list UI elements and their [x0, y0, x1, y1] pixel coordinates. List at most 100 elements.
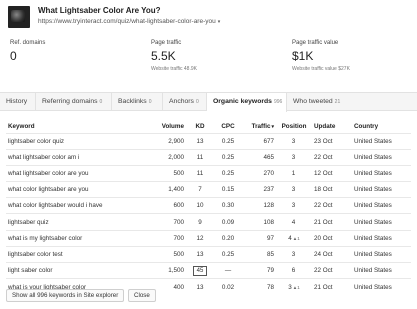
show-all-keywords-button[interactable]: Show all 996 keywords in Site explorer [6, 289, 125, 302]
table-row[interactable]: what lightsaber color are you 500 11 0.25 27… [6, 164, 411, 182]
keyword-cell[interactable]: what is my lightsaber color [6, 229, 156, 247]
tab-label[interactable]: History [6, 98, 27, 105]
tab-backlinks[interactable]: Backlinks 0 [112, 93, 163, 111]
tab-history[interactable]: History [0, 93, 36, 111]
kd-value: 11 [196, 169, 204, 177]
keyword-cell[interactable]: what color lightsaber would i have [6, 197, 156, 214]
column-header-volume[interactable]: Volume [156, 120, 186, 133]
table-row[interactable]: light saber color 1,500 45 —79 6 22 Oct United… [6, 261, 411, 279]
tab-anchors[interactable]: Anchors 0 [163, 93, 207, 111]
tab-label[interactable]: Who tweeted [293, 98, 333, 105]
table-header-row: Keyword Volume KD CPC Traffic▾ Position … [6, 120, 411, 133]
kd-value: 7 [198, 186, 202, 194]
keyword-cell[interactable]: what lightsaber color are you [6, 164, 156, 182]
tab-count: 0 [195, 99, 199, 105]
tab-bar: History Referring domains 0 Backlinks 0 An… [0, 92, 417, 112]
page-thumbnail [8, 6, 30, 28]
column-header-keyword[interactable]: Keyword [6, 120, 156, 133]
keyword-cell[interactable]: lightsaber quiz [6, 213, 156, 231]
page-header: What Lightsaber Color Are You? https://w… [8, 4, 408, 30]
update-cell: 24 Oct [312, 245, 352, 263]
tab-label[interactable]: Backlinks [118, 98, 147, 105]
tab-organic-keywords[interactable]: Organic keywords 996 [207, 93, 287, 112]
tab-count: 996 [273, 99, 283, 105]
volume-cell: 1,500 [156, 261, 186, 279]
tab-count: 0 [148, 99, 152, 105]
country-cell: United States [352, 261, 411, 279]
update-cell: 18 Oct [312, 181, 352, 198]
keyword-cell[interactable]: lightsaber color test [6, 245, 156, 263]
kd-value: 11 [196, 153, 204, 161]
position-value: 3 [291, 153, 296, 161]
sort-desc-icon[interactable]: ▾ [271, 124, 274, 130]
tab-label[interactable]: Organic keywords [213, 98, 272, 105]
keyword-cell[interactable]: lightsaber color quiz [6, 132, 156, 150]
kd-value: 13 [196, 283, 204, 291]
table-row[interactable]: lightsaber color quiz 2,900 13 0.25 677 3 23 O… [6, 132, 411, 150]
page-title: What Lightsaber Color Are You? [38, 6, 161, 15]
tab-label[interactable]: Anchors [169, 98, 194, 105]
page-url[interactable]: https://www.tryinteract.com/quiz/what-li… [38, 18, 220, 25]
table-row[interactable]: what is my lightsaber color 700 12 0.20 97 4▲… [6, 229, 411, 247]
cpc-cell: 0.25 [214, 148, 242, 166]
position-cell: 3 [276, 245, 312, 263]
update-cell: 21 Oct [312, 278, 352, 295]
table-row[interactable]: what color lightsaber would i have 600 10 0… [6, 197, 411, 214]
country-cell: United States [352, 245, 411, 263]
column-header-cpc[interactable]: CPC [214, 120, 242, 133]
update-cell: 20 Oct [312, 229, 352, 247]
keyword-cell[interactable]: what lightsaber color am i [6, 148, 156, 166]
volume-cell: 2,000 [156, 148, 186, 166]
tab-referring-domains[interactable]: Referring domains 0 [36, 93, 112, 111]
metric-sub: Website traffic value $27K [292, 66, 350, 72]
position-value: 3 [291, 250, 296, 258]
keyword-cell[interactable]: light saber color [6, 261, 156, 279]
kd-value: 12 [196, 234, 204, 242]
position-value: 1 [291, 169, 296, 177]
column-header-kd[interactable]: KD [186, 120, 214, 133]
table-row[interactable]: what lightsaber color am i 2,000 11 0.25 465… [6, 148, 411, 166]
chevron-down-icon[interactable]: ▾ [218, 19, 221, 25]
column-header-update[interactable]: Update [312, 120, 352, 133]
metric-label: Page traffic value [292, 40, 339, 46]
keywords-table: Keyword Volume KD CPC Traffic▾ Position … [6, 120, 411, 295]
kd-cell: 11 [186, 148, 214, 166]
keyword-cell[interactable]: what color lightsaber are you [6, 181, 156, 198]
kd-cell: 12 [186, 229, 214, 247]
cpc-cell: 0.02 [214, 278, 242, 295]
tab-count: 21 [334, 99, 341, 105]
update-cell: 22 Oct [312, 261, 352, 279]
update-cell: 22 Oct [312, 197, 352, 214]
table-row[interactable]: lightsaber color test 500 13 0.25 85 3 24 Oct U… [6, 245, 411, 263]
cpc-cell: 0.25 [214, 245, 242, 263]
position-cell: 3 [276, 197, 312, 214]
position-cell: 3 [276, 181, 312, 198]
update-cell: 22 Oct [312, 148, 352, 166]
kd-value: 13 [196, 250, 204, 258]
volume-cell: 500 [156, 164, 186, 182]
url-text[interactable]: https://www.tryinteract.com/quiz/what-li… [38, 18, 216, 25]
table-row[interactable]: lightsaber quiz 700 9 0.09 108 4 21 Oct United … [6, 213, 411, 231]
tab-label[interactable]: Referring domains [42, 98, 98, 105]
position-cell: 3▲1 [276, 278, 312, 295]
country-cell: United States [352, 197, 411, 214]
column-header-position[interactable]: Position [276, 120, 312, 133]
kd-cell: 45 [186, 261, 214, 279]
traffic-cell: 85 [242, 245, 276, 263]
column-header-traffic-label[interactable]: Traffic [252, 123, 271, 130]
column-header-country[interactable]: Country [352, 120, 411, 133]
country-cell: United States [352, 213, 411, 231]
country-cell: United States [352, 278, 411, 295]
metric-value: 5.5K [151, 49, 176, 63]
close-button[interactable]: Close [128, 289, 156, 302]
table-row[interactable]: what color lightsaber are you 1,400 7 0.15 2… [6, 181, 411, 198]
column-header-traffic[interactable]: Traffic▾ [242, 120, 276, 133]
tab-who-tweeted[interactable]: Who tweeted 21 [287, 93, 417, 111]
position-cell: 4▲1 [276, 229, 312, 247]
metric-value: 0 [10, 49, 17, 63]
position-value: 3 [291, 186, 296, 194]
kd-cell: 13 [186, 132, 214, 150]
kd-cell: 11 [186, 164, 214, 182]
kd-value: 13 [196, 137, 204, 145]
country-cell: United States [352, 148, 411, 166]
